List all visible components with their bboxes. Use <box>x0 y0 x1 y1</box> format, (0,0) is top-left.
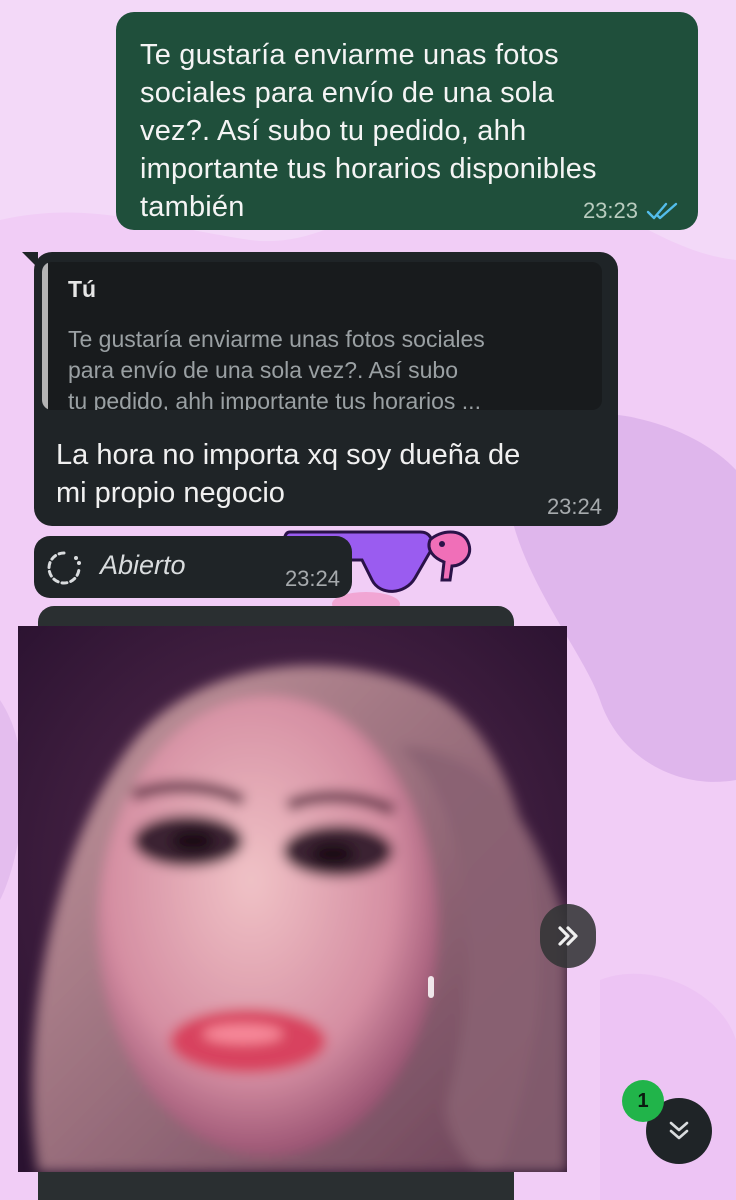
sent-message-time: 23:23 <box>582 198 638 223</box>
sent-message-bubble[interactable]: Te gustaría enviarme unas fotos sociales… <box>116 12 698 230</box>
unread-count-badge: 1 <box>622 1080 664 1122</box>
quoted-author: Tú <box>68 276 97 302</box>
view-once-status-label: Abierto <box>100 550 186 580</box>
sent-message-meta: 23:23 <box>583 198 680 224</box>
reply-message-text: La hora no importa xq soy dueña de mi pr… <box>56 439 521 509</box>
double-check-read-icon <box>646 202 678 220</box>
view-once-message-bubble[interactable]: Abierto 23:24 <box>34 536 352 598</box>
photo-content <box>18 626 567 1172</box>
blurred-selfie-photo[interactable] <box>18 626 567 1172</box>
forward-icon <box>558 926 578 946</box>
double-chevron-down-icon <box>669 1121 689 1140</box>
quoted-message[interactable]: Tú Te gustaría enviarme unas fotos socia… <box>42 262 602 410</box>
view-once-icon <box>47 551 81 585</box>
forward-button[interactable] <box>540 904 596 968</box>
view-once-time: 23:24 <box>284 566 340 591</box>
quote-accent-bar <box>42 262 48 410</box>
quoted-text: Te gustaría enviarme unas fotos sociales… <box>68 326 485 410</box>
reply-message-time: 23:24 <box>546 494 602 519</box>
flamingo-doodle-icon <box>427 530 471 582</box>
received-reply-bubble[interactable]: Tú Te gustaría enviarme unas fotos socia… <box>22 252 618 526</box>
